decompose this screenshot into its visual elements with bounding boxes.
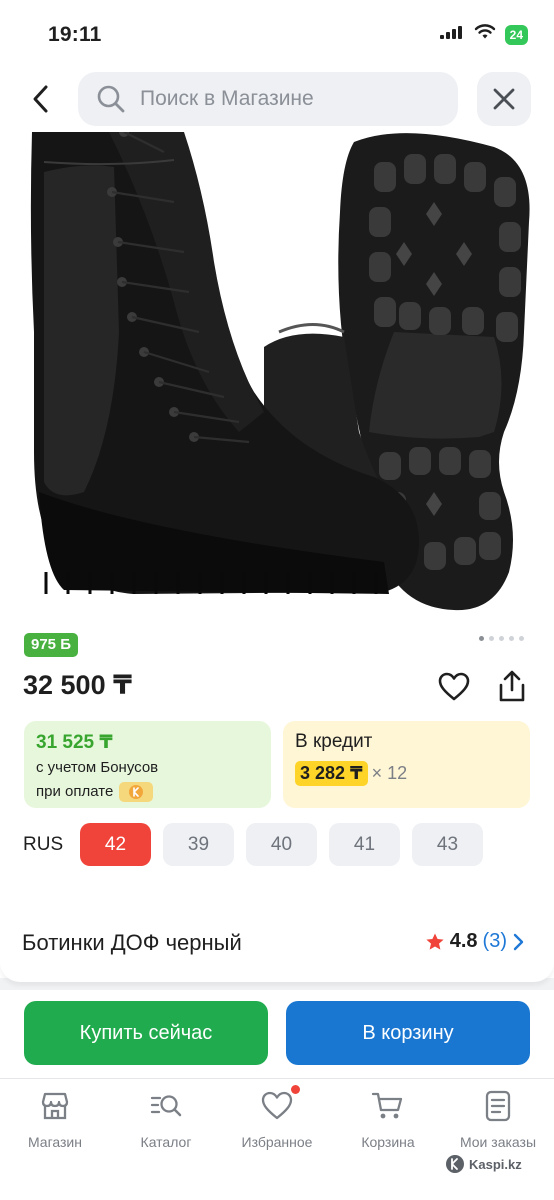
kaspi-watermark: Kaspi.kz: [445, 1154, 522, 1174]
status-time: 19:11: [48, 23, 102, 46]
nav-label-orders: Мои заказы: [459, 1134, 537, 1150]
favorite-button[interactable]: [436, 669, 472, 705]
bonus-badge: 975 Б: [24, 633, 78, 657]
content-card-bottom: [0, 960, 554, 982]
size-option-43[interactable]: 43: [412, 823, 483, 866]
nav-label-catalog: Каталог: [140, 1134, 192, 1150]
nav-label-cart: Корзина: [361, 1134, 415, 1150]
size-selector: 42 39 40 41 43: [80, 823, 483, 866]
credit-row: 3 282 ₸ × 12: [295, 761, 518, 786]
notification-dot: [291, 1085, 300, 1094]
nav-item-orders[interactable]: Мои заказы: [443, 1089, 553, 1150]
header: Поиск в Магазине: [0, 70, 554, 128]
bonus-note-line2: при оплате: [36, 783, 114, 800]
size-option-39[interactable]: 39: [163, 823, 234, 866]
heart-icon: [260, 1085, 300, 1123]
close-button[interactable]: [477, 72, 531, 126]
heart-icon: [438, 672, 470, 701]
bonus-note-line1: с учетом Бонусов: [36, 759, 159, 776]
bonus-note-row: при оплате: [36, 782, 259, 802]
nav-label-favorites: Избранное: [241, 1134, 313, 1150]
nav-item-catalog[interactable]: Каталог: [111, 1089, 221, 1150]
kaspi-logo-icon: [446, 1155, 464, 1173]
boots-illustration: [30, 132, 530, 611]
product-price: 32 500 ₸: [23, 670, 132, 700]
store-icon: [38, 1089, 72, 1123]
status-bar: 19:11 24: [0, 0, 554, 66]
rating-link[interactable]: 4.8 (3): [425, 930, 524, 953]
chevron-right-icon: [513, 933, 524, 950]
size-option-42[interactable]: 42: [80, 823, 151, 866]
search-placeholder: Поиск в Магазине: [140, 87, 314, 110]
nav-item-store[interactable]: Магазин: [0, 1089, 110, 1150]
status-icons: 24: [439, 24, 528, 45]
pagination-dot: [489, 636, 494, 641]
credit-title: В кредит: [295, 731, 373, 752]
size-system-label: RUS: [23, 834, 64, 855]
search-input[interactable]: Поиск в Магазине: [78, 72, 458, 126]
bonus-price-card[interactable]: 31 525 ₸ с учетом Бонусов при оплате: [24, 721, 271, 808]
signal-icon: [439, 24, 465, 45]
bonus-price: 31 525 ₸: [36, 732, 113, 753]
star-icon: [426, 933, 444, 950]
pagination-dot: [519, 636, 524, 641]
pagination-dot: [479, 636, 484, 641]
search-icon: [97, 85, 125, 113]
share-icon: [499, 670, 525, 702]
buy-now-button[interactable]: Купить сейчас: [24, 1001, 268, 1065]
close-icon: [493, 88, 515, 110]
cart-icon: [371, 1089, 405, 1123]
add-to-cart-button[interactable]: В корзину: [286, 1001, 530, 1065]
chevron-left-icon: [33, 85, 48, 113]
nav-item-cart[interactable]: Корзина: [333, 1089, 443, 1150]
catalog-search-icon: [149, 1089, 183, 1123]
watermark-text: Kaspi.kz: [469, 1156, 522, 1172]
credit-card[interactable]: В кредит 3 282 ₸ × 12: [283, 721, 530, 808]
pagination-dot: [509, 636, 514, 641]
size-option-40[interactable]: 40: [246, 823, 317, 866]
bottom-navigation: Магазин Каталог Избранное Корзина Мои за…: [0, 1078, 554, 1200]
review-count: (3): [482, 930, 507, 952]
action-bar: Купить сейчас В корзину: [0, 990, 554, 1078]
orders-icon: [481, 1089, 515, 1123]
kaspi-pay-icon: [119, 782, 154, 802]
credit-monthly-amount: 3 282 ₸: [295, 761, 368, 786]
nav-label-store: Магазин: [27, 1134, 82, 1150]
product-title: Ботинки ДОФ черный: [22, 930, 242, 955]
image-pagination: [479, 636, 524, 641]
credit-months: × 12: [371, 763, 408, 783]
share-button[interactable]: [494, 667, 530, 705]
size-option-41[interactable]: 41: [329, 823, 400, 866]
pagination-dot: [499, 636, 504, 641]
rating-value: 4.8: [449, 930, 478, 952]
wifi-icon: [474, 24, 496, 45]
product-image[interactable]: [24, 132, 530, 616]
back-button[interactable]: [18, 76, 64, 122]
nav-item-favorites[interactable]: Избранное: [222, 1085, 332, 1150]
battery-indicator: 24: [504, 24, 528, 45]
